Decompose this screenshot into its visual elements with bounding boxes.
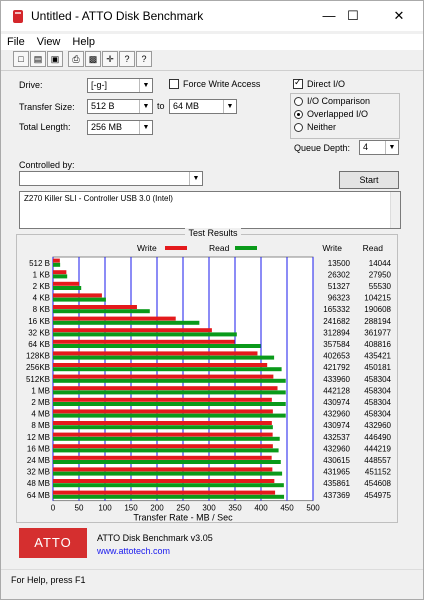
product-name: ATTO Disk Benchmark v3.05 [97, 533, 213, 543]
menu-view[interactable]: View [31, 34, 67, 50]
menu-help[interactable]: Help [66, 34, 101, 50]
drive-select[interactable]: [-g-] ▼ [87, 78, 153, 93]
drive-value: [-g-] [91, 80, 108, 90]
print-icon[interactable]: ⎙ [68, 51, 84, 67]
window-title: Untitled - ATTO Disk Benchmark [31, 9, 204, 23]
divider [1, 70, 423, 71]
total-length-label: Total Length: [19, 122, 71, 132]
total-length-value: 256 MB [91, 122, 123, 132]
chevron-down-icon: ▼ [139, 121, 152, 134]
open-icon[interactable]: ▤ [30, 51, 46, 67]
direct-io-checkbox[interactable] [293, 77, 303, 89]
app-icon [13, 10, 23, 23]
chevron-down-icon: ▼ [189, 172, 202, 185]
direct-io-label: Direct I/O [307, 79, 346, 89]
transfer-to-select[interactable]: 64 MB ▼ [169, 99, 237, 114]
transfer-from-select[interactable]: 512 B ▼ [87, 99, 153, 114]
description-textarea[interactable]: Z270 Killer SLI - Controller USB 3.0 (In… [19, 191, 401, 229]
transfer-size-label: Transfer Size: [19, 102, 75, 112]
queue-depth-label: Queue Depth: [294, 143, 351, 153]
total-length-select[interactable]: 256 MB ▼ [87, 120, 153, 135]
chevron-down-icon: ▼ [223, 100, 236, 113]
neither-radio[interactable] [294, 123, 303, 132]
new-icon[interactable]: □ [13, 51, 29, 67]
menu-file[interactable]: File [1, 34, 31, 50]
status-text: For Help, press F1 [11, 575, 86, 585]
start-button[interactable]: Start [339, 171, 399, 189]
status-bar: For Help, press F1 [1, 569, 423, 599]
overlapped-io-radio[interactable] [294, 110, 303, 119]
logo-text: ATTO [34, 535, 72, 550]
toolbar: □ ▤ ▣ ⎙ ▩ ✛ ? ? [13, 51, 152, 69]
force-write-checkbox[interactable] [169, 79, 179, 89]
hint-icon[interactable]: ? [119, 51, 135, 67]
chevron-down-icon: ▼ [139, 100, 152, 113]
io-comparison-label: I/O Comparison [307, 96, 371, 106]
app-window: Untitled - ATTO Disk Benchmark — ☐ ✕ Fil… [0, 0, 424, 600]
atto-logo: ATTO [19, 528, 87, 558]
neither-label: Neither [307, 122, 337, 132]
results-group [16, 234, 398, 523]
chevron-down-icon: ▼ [385, 141, 398, 154]
menu-bar: File View Help [1, 34, 423, 50]
controlled-by-select[interactable]: ▼ [19, 171, 203, 186]
move-icon[interactable]: ✛ [102, 51, 118, 67]
transfer-to-value: 64 MB [173, 101, 200, 111]
queue-depth-value: 4 [363, 142, 369, 152]
save-icon[interactable]: ▣ [47, 51, 63, 67]
drive-label: Drive: [19, 80, 43, 90]
io-comparison-radio[interactable] [294, 97, 303, 106]
chevron-down-icon: ▼ [139, 79, 152, 92]
results-title: Test Results [185, 228, 241, 238]
close-button[interactable]: ✕ [379, 1, 419, 31]
maximize-button[interactable]: ☐ [333, 1, 373, 31]
to-label: to [157, 101, 165, 111]
description-scrollbar[interactable] [390, 192, 400, 228]
website-link[interactable]: www.attotech.com [97, 546, 170, 556]
queue-depth-select[interactable]: 4 ▼ [359, 140, 399, 155]
print-preview-icon[interactable]: ▩ [85, 51, 101, 67]
controlled-by-label: Controlled by: [19, 160, 75, 170]
help-icon[interactable]: ? [136, 51, 152, 67]
description-text: Z270 Killer SLI - Controller USB 3.0 (In… [24, 194, 173, 203]
title-bar: Untitled - ATTO Disk Benchmark — ☐ ✕ [1, 1, 423, 31]
overlapped-io-label: Overlapped I/O [307, 109, 369, 119]
force-write-label: Force Write Access [183, 79, 261, 89]
transfer-from-value: 512 B [91, 101, 115, 111]
